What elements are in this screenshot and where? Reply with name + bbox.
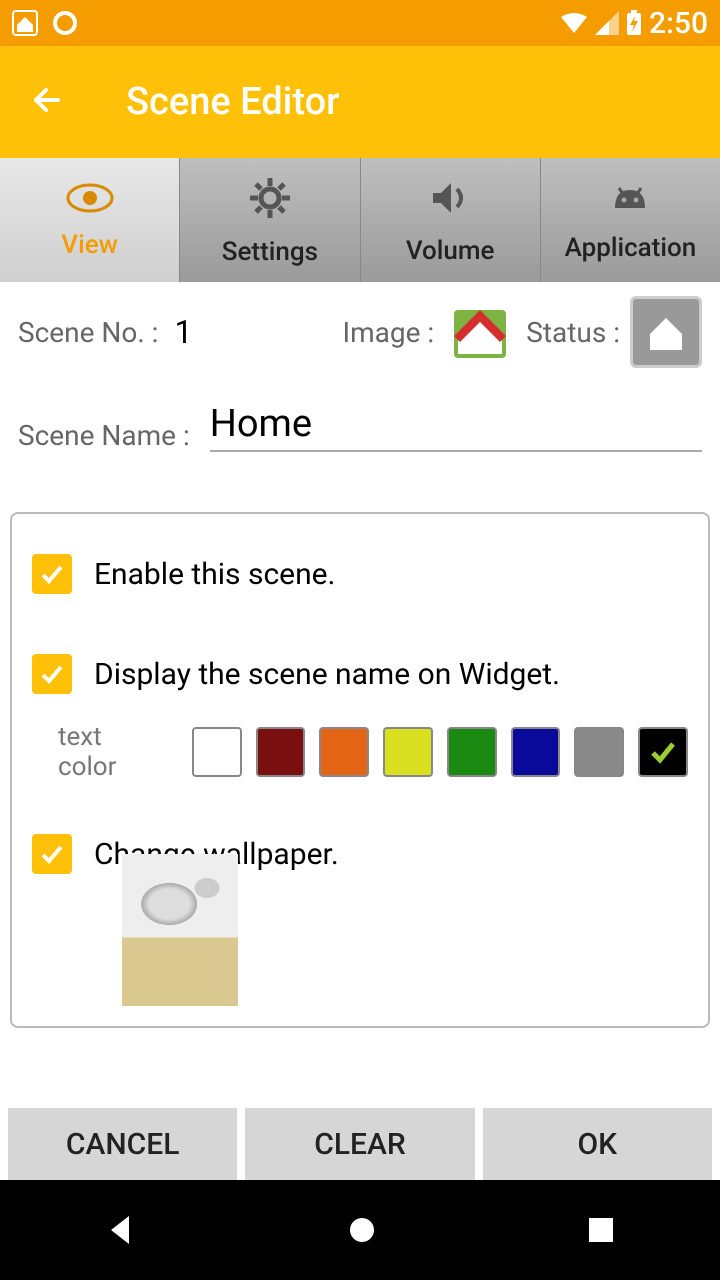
footer-buttons: CANCEL CLEAR OK	[0, 1108, 720, 1180]
status-button[interactable]	[630, 296, 702, 368]
scene-name-input[interactable]	[210, 398, 702, 452]
display-widget-checkbox[interactable]	[32, 654, 72, 694]
color-swatch-darkred[interactable]	[256, 727, 306, 777]
tab-view[interactable]: View	[0, 158, 179, 282]
color-swatch-blue[interactable]	[511, 727, 561, 777]
color-swatch-selected[interactable]	[638, 727, 688, 777]
tab-label: Application	[565, 233, 697, 263]
tab-settings[interactable]: Settings	[179, 158, 359, 282]
signal-icon	[595, 11, 619, 35]
home-status-icon	[12, 10, 38, 36]
battery-icon	[625, 10, 643, 36]
options-panel: Enable this scene. Display the scene nam…	[10, 512, 710, 1028]
app-bar: Scene Editor	[0, 46, 720, 158]
back-icon[interactable]	[28, 81, 66, 123]
scene-name-label: Scene Name :	[18, 419, 190, 452]
tab-label: Volume	[406, 236, 495, 266]
tab-bar: View Settings Volume Application	[0, 158, 720, 282]
eye-icon	[65, 181, 115, 222]
tab-application[interactable]: Application	[540, 158, 720, 282]
android-icon	[605, 178, 655, 225]
color-swatch-yellow[interactable]	[383, 727, 433, 777]
enable-scene-checkbox[interactable]	[32, 554, 72, 594]
ok-button[interactable]: OK	[483, 1108, 712, 1180]
color-swatch-orange[interactable]	[319, 727, 369, 777]
scene-image-button[interactable]	[444, 296, 516, 368]
display-widget-label: Display the scene name on Widget.	[94, 657, 560, 692]
status-time: 2:50	[649, 6, 708, 41]
circle-status-icon	[52, 10, 78, 36]
tab-label: Settings	[222, 237, 318, 267]
image-label: Image :	[343, 316, 435, 349]
scene-no-value: 1	[174, 313, 192, 351]
nav-home-icon[interactable]	[344, 1212, 380, 1248]
text-color-label: text color	[58, 722, 166, 782]
page-title: Scene Editor	[126, 80, 340, 124]
speaker-icon	[427, 175, 473, 228]
change-wallpaper-checkbox[interactable]	[32, 834, 72, 874]
nav-back-icon[interactable]	[103, 1212, 139, 1248]
clear-button[interactable]: CLEAR	[245, 1108, 474, 1180]
wallpaper-thumbnail[interactable]	[122, 854, 238, 1006]
tab-label: View	[61, 230, 118, 260]
scene-no-label: Scene No. :	[18, 316, 158, 349]
status-label: Status :	[526, 316, 620, 349]
wifi-icon	[559, 11, 589, 35]
gear-icon	[246, 174, 294, 229]
color-swatch-gray[interactable]	[574, 727, 624, 777]
cancel-button[interactable]: CANCEL	[8, 1108, 237, 1180]
android-nav-bar	[0, 1180, 720, 1280]
enable-scene-label: Enable this scene.	[94, 557, 335, 592]
color-swatch-green[interactable]	[447, 727, 497, 777]
tab-volume[interactable]: Volume	[360, 158, 540, 282]
color-swatch-white[interactable]	[192, 727, 242, 777]
nav-recent-icon[interactable]	[585, 1214, 617, 1246]
status-bar: 2:50	[0, 0, 720, 46]
